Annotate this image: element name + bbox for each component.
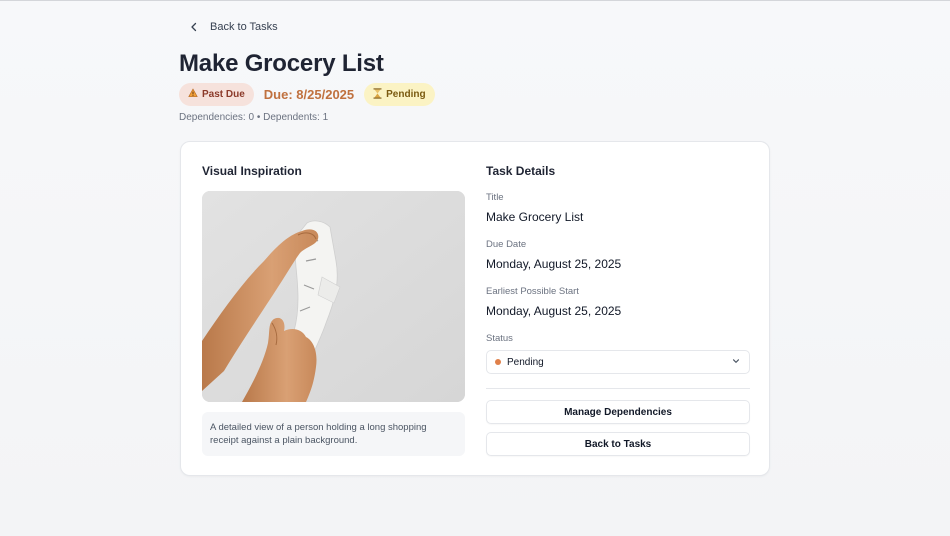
status-label: Status bbox=[486, 333, 513, 344]
back-to-tasks-link[interactable]: Back to Tasks bbox=[188, 21, 278, 33]
title-value: Make Grocery List bbox=[486, 210, 584, 224]
visual-inspiration-section: Visual Inspiration A detailed view of a … bbox=[202, 164, 465, 456]
manage-dependencies-button[interactable]: Manage Dependencies bbox=[486, 400, 750, 424]
dependencies-summary: Dependencies: 0 • Dependents: 1 bbox=[179, 112, 329, 123]
inspiration-image bbox=[202, 191, 465, 402]
task-card: Visual Inspiration A detailed view of a … bbox=[180, 141, 770, 476]
visual-inspiration-heading: Visual Inspiration bbox=[202, 164, 302, 178]
page-title: Make Grocery List bbox=[179, 50, 384, 77]
earliest-start-field: Earliest Possible Start Monday, August 2… bbox=[486, 286, 750, 318]
chevron-left-icon bbox=[188, 21, 200, 33]
chevron-down-icon bbox=[731, 356, 741, 369]
due-date-value: Monday, August 25, 2025 bbox=[486, 257, 622, 271]
due-date-label: Due Date bbox=[486, 239, 527, 250]
image-caption: A detailed view of a person holding a lo… bbox=[202, 412, 465, 456]
past-due-label: Past Due bbox=[202, 89, 245, 100]
pending-label: Pending bbox=[386, 89, 426, 100]
task-details-section: Task Details Title Make Grocery List Due… bbox=[486, 164, 750, 456]
due-date-text: Due: 8/25/2025 bbox=[263, 87, 355, 102]
back-to-tasks-button[interactable]: Back to Tasks bbox=[486, 432, 750, 456]
past-due-badge: Past Due bbox=[179, 83, 254, 106]
earliest-start-value: Monday, August 25, 2025 bbox=[486, 304, 622, 318]
status-badges: Past Due Due: 8/25/2025 Pending bbox=[179, 83, 435, 106]
back-link-label: Back to Tasks bbox=[210, 21, 278, 33]
divider bbox=[486, 388, 750, 389]
status-field: Status Pending bbox=[486, 333, 750, 374]
status-dot-icon bbox=[495, 359, 501, 365]
due-date-field: Due Date Monday, August 25, 2025 bbox=[486, 239, 750, 271]
status-select[interactable]: Pending bbox=[486, 350, 750, 374]
task-details-heading: Task Details bbox=[486, 164, 556, 178]
title-field: Title Make Grocery List bbox=[486, 192, 750, 224]
status-select-value: Pending bbox=[507, 356, 544, 368]
earliest-start-label: Earliest Possible Start bbox=[486, 286, 579, 297]
pending-badge: Pending bbox=[364, 83, 435, 106]
hourglass-icon bbox=[373, 87, 382, 102]
title-label: Title bbox=[486, 192, 504, 203]
warning-icon bbox=[188, 88, 198, 101]
